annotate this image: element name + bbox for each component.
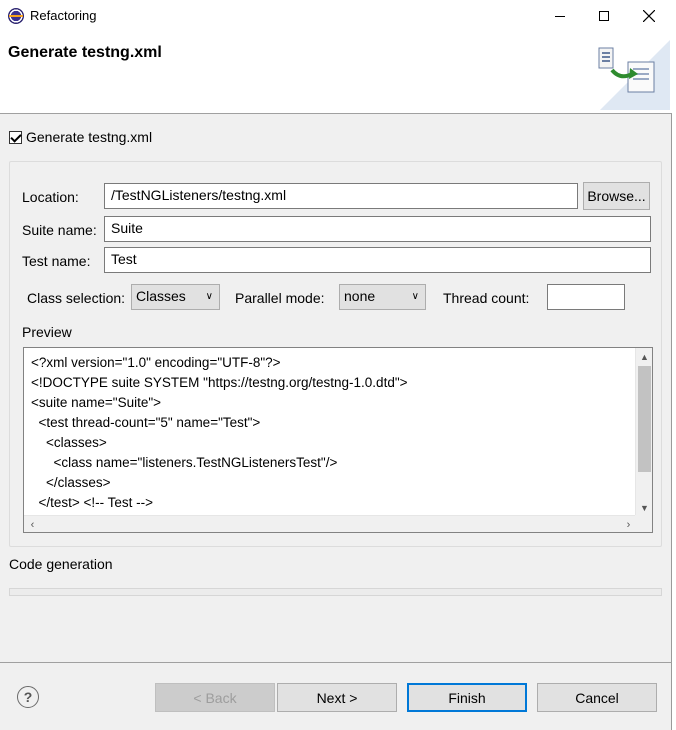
generate-testng-checkbox-row[interactable]: Generate testng.xml (9, 129, 152, 145)
window-title: Refactoring (30, 8, 97, 23)
browse-button[interactable]: Browse... (583, 182, 650, 210)
scroll-left-icon[interactable]: ‹ (24, 516, 41, 532)
preview-line: <?xml version="1.0" encoding="UTF-8"?> (31, 355, 281, 370)
parallel-mode-dropdown[interactable]: none ∨ (339, 284, 426, 310)
preview-code: <?xml version="1.0" encoding="UTF-8"?> <!… (31, 353, 408, 532)
thread-count-input[interactable] (547, 284, 625, 310)
title-bar: Refactoring (0, 0, 672, 32)
minimize-icon (555, 15, 565, 17)
progress-bar (9, 588, 662, 596)
preview-line: </test> <!-- Test --> (31, 495, 154, 510)
thread-count-label: Thread count: (443, 290, 530, 306)
parallel-mode-value: none (344, 288, 376, 304)
chevron-down-icon: ∨ (411, 291, 419, 302)
parallel-mode-label: Parallel mode: (235, 290, 325, 306)
preview-line: <test thread-count="5" name="Test"> (31, 415, 261, 430)
refactoring-wizard-icon (590, 40, 670, 110)
maximize-button[interactable] (581, 0, 627, 32)
class-selection-label: Class selection: (27, 290, 126, 306)
chevron-down-icon: ∨ (205, 291, 213, 302)
wizard-header: Generate testng.xml (0, 32, 672, 114)
minimize-button[interactable] (537, 0, 583, 32)
next-button[interactable]: Next > (277, 683, 397, 712)
back-button[interactable]: < Back (155, 683, 275, 712)
page-title: Generate testng.xml (8, 44, 162, 61)
help-icon[interactable]: ? (17, 686, 39, 708)
generate-testng-label: Generate testng.xml (26, 129, 153, 145)
finish-button[interactable]: Finish (407, 683, 527, 712)
suite-name-label: Suite name: (22, 222, 97, 238)
preview-line: <classes> (31, 435, 107, 450)
location-input[interactable]: /TestNGListeners/testng.xml (104, 183, 578, 209)
scrollbar-thumb[interactable] (638, 366, 651, 472)
test-name-input[interactable]: Test (104, 247, 651, 273)
preview-line: <!DOCTYPE suite SYSTEM "https://testng.o… (31, 375, 408, 390)
preview-line: <suite name="Suite"> (31, 395, 162, 410)
maximize-icon (599, 11, 609, 21)
suite-name-input[interactable]: Suite (104, 216, 651, 242)
eclipse-icon (8, 8, 24, 24)
preview-horizontal-scrollbar[interactable]: ‹ › (24, 515, 637, 532)
refactoring-dialog: Refactoring Generate testng.xml Generate… (0, 0, 672, 730)
scrollbar-corner (635, 515, 652, 532)
settings-group: Location: /TestNGListeners/testng.xml Br… (9, 161, 662, 547)
scroll-down-icon[interactable]: ▼ (636, 499, 652, 516)
code-generation-label: Code generation (9, 556, 113, 572)
class-selection-value: Classes (136, 288, 186, 304)
preview-line: </classes> (31, 475, 111, 490)
preview-line: <class name="listeners.TestNGListenersTe… (31, 455, 338, 470)
preview-text-area[interactable]: <?xml version="1.0" encoding="UTF-8"?> <!… (23, 347, 653, 533)
preview-label: Preview (22, 324, 72, 340)
close-icon (643, 10, 655, 22)
class-selection-dropdown[interactable]: Classes ∨ (131, 284, 220, 310)
preview-vertical-scrollbar[interactable]: ▲ ▼ (635, 348, 652, 516)
scroll-up-icon[interactable]: ▲ (636, 348, 652, 365)
generate-testng-checkbox[interactable] (9, 130, 22, 144)
test-name-label: Test name: (22, 253, 91, 269)
close-button[interactable] (626, 0, 672, 32)
location-label: Location: (22, 189, 79, 205)
cancel-button[interactable]: Cancel (537, 683, 657, 712)
footer-divider (0, 662, 672, 663)
